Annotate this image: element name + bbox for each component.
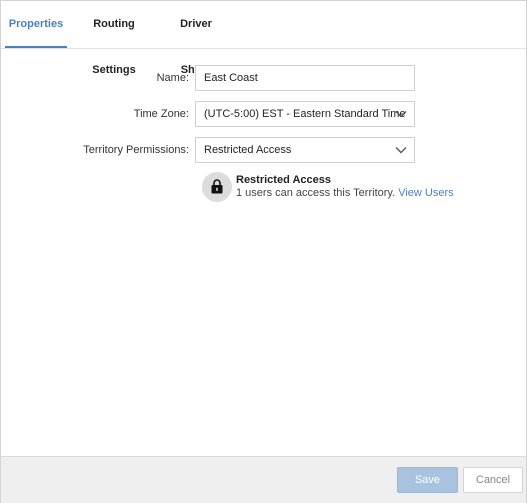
cancel-button[interactable]: Cancel <box>463 467 523 493</box>
view-users-link[interactable]: View Users <box>398 187 453 199</box>
tab-bar: Properties Routing Settings Driver Shift… <box>1 1 526 76</box>
access-description: 1 users can access this Territory. View … <box>236 187 454 199</box>
name-label: Name: <box>156 72 189 84</box>
tab-properties[interactable]: Properties <box>5 1 67 48</box>
chevron-down-icon <box>394 143 408 157</box>
timezone-label: Time Zone: <box>133 108 189 120</box>
timezone-select[interactable]: (UTC-5:00) EST - Eastern Standard Time <box>195 101 415 127</box>
chevron-down-icon <box>394 107 408 121</box>
timezone-value: (UTC-5:00) EST - Eastern Standard Time <box>204 108 406 120</box>
access-description-text: 1 users can access this Territory. <box>236 187 396 199</box>
save-button[interactable]: Save <box>397 467 458 493</box>
access-title: Restricted Access <box>236 174 331 186</box>
tab-routing-settings[interactable]: Routing Settings <box>73 1 155 76</box>
dialog-footer: Save Cancel <box>1 456 526 503</box>
name-input[interactable] <box>195 65 415 91</box>
lock-icon <box>202 172 232 202</box>
permissions-select[interactable]: Restricted Access <box>195 137 415 163</box>
access-info: Restricted Access 1 users can access thi… <box>202 171 462 203</box>
permissions-value: Restricted Access <box>204 144 292 156</box>
territory-properties-dialog: Properties Routing Settings Driver Shift… <box>0 0 527 503</box>
tab-driver-shifts[interactable]: Driver Shifts <box>165 1 227 76</box>
permissions-label: Territory Permissions: <box>83 144 189 156</box>
